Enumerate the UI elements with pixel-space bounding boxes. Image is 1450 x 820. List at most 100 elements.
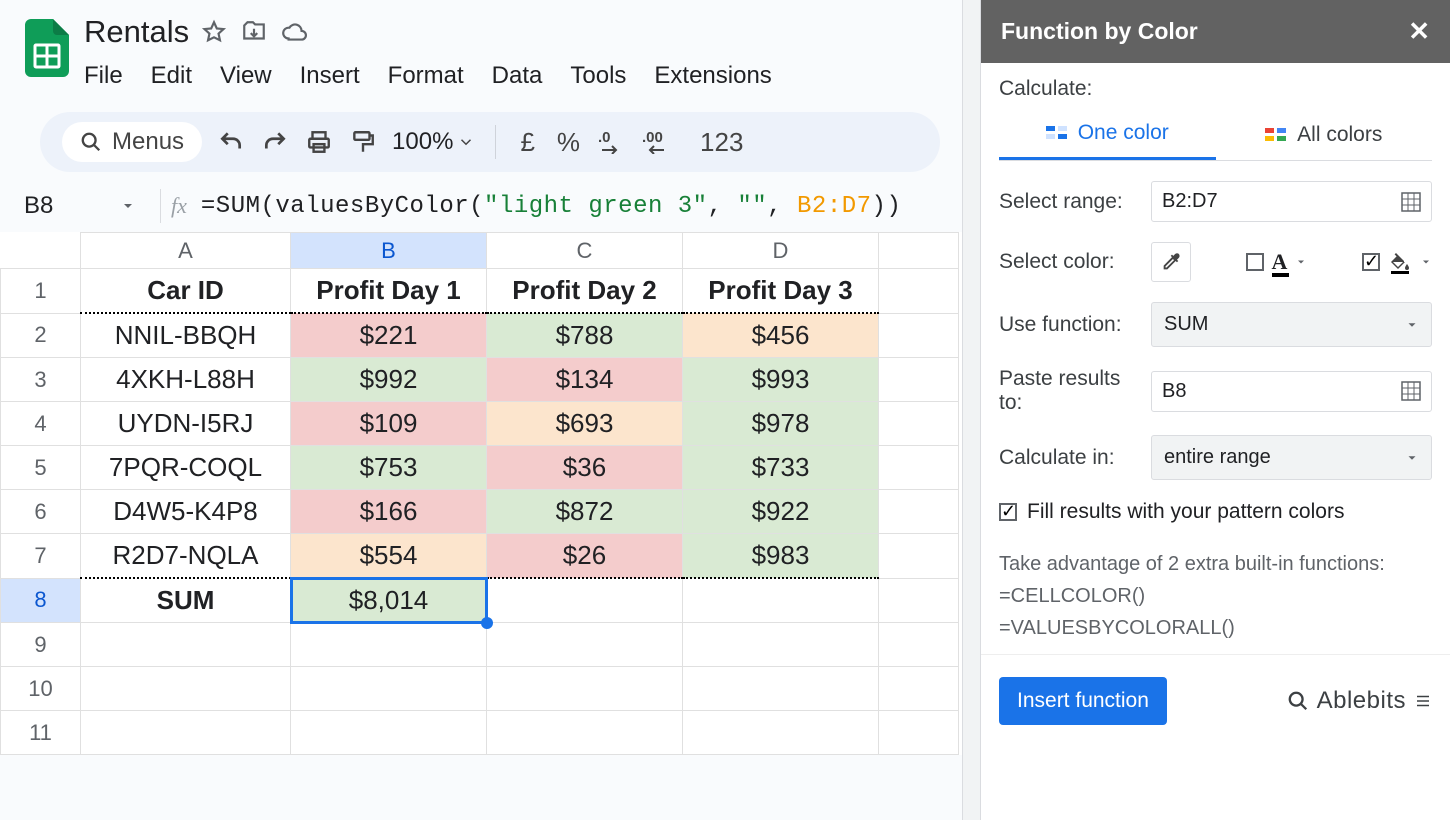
row-header-3[interactable]: 3 [1,358,81,402]
color-picker-eyedropper[interactable] [1151,242,1191,282]
use-function-dropdown[interactable]: SUM [1151,302,1432,347]
percent-button[interactable]: % [553,127,584,158]
row-header-10[interactable]: 10 [1,667,81,711]
data-cell[interactable]: $983 [683,534,879,579]
data-cell[interactable]: $166 [291,490,487,534]
vertical-scrollbar[interactable] [962,0,980,820]
data-cell[interactable]: $753 [291,446,487,490]
menu-insert[interactable]: Insert [300,62,360,90]
data-cell[interactable]: $788 [487,313,683,358]
extra-function-valuesbycolorall[interactable]: =VALUESBYCOLORALL() [999,612,1432,644]
chevron-down-icon[interactable] [1420,256,1432,268]
menu-extensions[interactable]: Extensions [654,62,771,90]
number-format-button[interactable]: 123 [696,127,747,158]
range-picker-icon[interactable] [1401,381,1421,401]
increase-decimals-button[interactable]: .00 [642,127,682,157]
data-cell[interactable]: $221 [291,313,487,358]
select-range-input[interactable]: B2:D7 [1151,181,1432,222]
zoom-dropdown[interactable]: 100% [392,128,475,156]
move-icon[interactable] [241,19,267,45]
cloud-status-icon[interactable] [281,19,307,45]
tab-one-color[interactable]: One color [999,111,1216,160]
extra-function-cellcolor[interactable]: =CELLCOLOR() [999,580,1432,612]
row-header-4[interactable]: 4 [1,402,81,446]
document-title[interactable]: Rentals [84,14,189,50]
tab-all-colors[interactable]: All colors [1216,111,1433,160]
data-cell[interactable]: $134 [487,358,683,402]
star-icon[interactable] [201,19,227,45]
row-header-6[interactable]: 6 [1,490,81,534]
table-header[interactable]: Profit Day 2 [487,269,683,314]
row-header-5[interactable]: 5 [1,446,81,490]
empty-cell[interactable] [81,711,291,755]
selected-cell[interactable]: $8,014 [291,578,487,623]
currency-button[interactable]: £ [516,127,538,158]
car-id-cell[interactable]: R2D7-NQLA [81,534,291,579]
formula-input[interactable]: =SUM(valuesByColor("light green 3", "", … [201,193,901,220]
data-cell[interactable]: $26 [487,534,683,579]
data-cell[interactable]: $36 [487,446,683,490]
data-cell[interactable]: $109 [291,402,487,446]
data-cell[interactable]: $993 [683,358,879,402]
row-header-11[interactable]: 11 [1,711,81,755]
ablebits-brand[interactable]: Ablebits [1287,687,1432,715]
table-header[interactable]: Profit Day 1 [291,269,487,314]
car-id-cell[interactable]: D4W5-K4P8 [81,490,291,534]
calculate-in-dropdown[interactable]: entire range [1151,435,1432,480]
empty-cell[interactable] [291,711,487,755]
data-cell[interactable]: $922 [683,490,879,534]
data-cell[interactable]: $992 [291,358,487,402]
data-cell[interactable]: $554 [291,534,487,579]
data-cell[interactable]: $978 [683,402,879,446]
row-header-2[interactable]: 2 [1,313,81,358]
table-header[interactable]: Profit Day 3 [683,269,879,314]
col-header-A[interactable]: A [81,233,291,269]
row-header-1[interactable]: 1 [1,269,81,314]
print-button[interactable] [304,127,334,157]
paste-results-input[interactable]: B8 [1151,371,1432,412]
redo-button[interactable] [260,127,290,157]
selection-handle[interactable] [481,617,493,629]
text-color-checkbox[interactable] [1246,253,1264,271]
row-header-7[interactable]: 7 [1,534,81,579]
menu-file[interactable]: File [84,62,123,90]
hamburger-icon[interactable] [1414,692,1432,710]
fill-results-checkbox-row[interactable]: Fill results with your pattern colors [999,500,1432,524]
sum-label-cell[interactable]: SUM [81,578,291,623]
car-id-cell[interactable]: 4XKH-L88H [81,358,291,402]
empty-cell[interactable] [683,623,879,667]
car-id-cell[interactable]: NNIL-BBQH [81,313,291,358]
empty-cell[interactable] [81,623,291,667]
paint-format-button[interactable] [348,127,378,157]
menu-view[interactable]: View [220,62,272,90]
empty-cell[interactable] [291,667,487,711]
empty-cell[interactable] [487,667,683,711]
empty-cell[interactable] [291,623,487,667]
spreadsheet-grid[interactable]: ABCD1Car IDProfit Day 1Profit Day 2Profi… [0,232,962,755]
empty-cell[interactable] [683,667,879,711]
empty-cell[interactable] [487,711,683,755]
chevron-down-icon[interactable] [1295,256,1307,268]
range-picker-icon[interactable] [1401,192,1421,212]
col-header-B[interactable]: B [291,233,487,269]
row-header-9[interactable]: 9 [1,623,81,667]
text-color-option[interactable]: A [1246,249,1308,275]
name-box[interactable]: B8 [10,188,150,224]
data-cell[interactable]: $456 [683,313,879,358]
empty-cell[interactable] [683,711,879,755]
data-cell[interactable]: $733 [683,446,879,490]
menu-format[interactable]: Format [388,62,464,90]
insert-function-button[interactable]: Insert function [999,677,1167,725]
table-header[interactable]: Car ID [81,269,291,314]
car-id-cell[interactable]: 7PQR-COQL [81,446,291,490]
empty-cell[interactable] [81,667,291,711]
row-header-8[interactable]: 8 [1,578,81,623]
menu-search[interactable]: Menus [62,122,202,162]
menu-data[interactable]: Data [492,62,543,90]
fill-color-option[interactable] [1362,250,1432,274]
fill-results-checkbox[interactable] [999,503,1017,521]
fill-color-checkbox[interactable] [1362,253,1380,271]
menu-tools[interactable]: Tools [570,62,626,90]
decrease-decimals-button[interactable]: .0 [598,127,628,157]
col-header-D[interactable]: D [683,233,879,269]
